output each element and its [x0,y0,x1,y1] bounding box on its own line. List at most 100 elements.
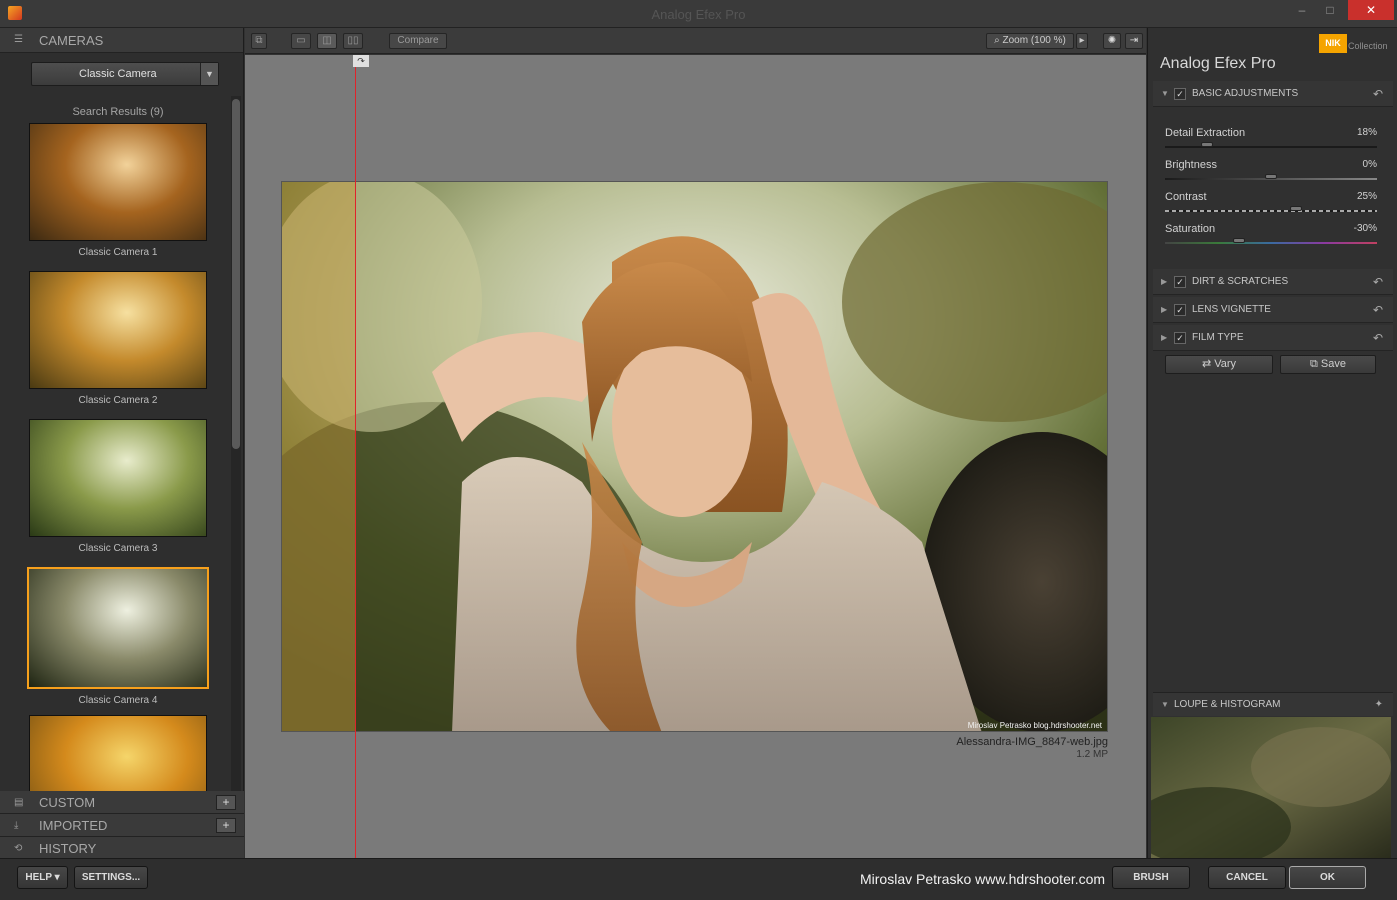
history-icon: ⟲ [14,843,23,854]
add-preset-button[interactable]: + [216,818,236,833]
group-film-type[interactable]: ▶ ✓ FILM TYPE ↶ [1153,325,1393,351]
preview-toggle-icon[interactable]: ⧉ [251,33,267,49]
preset-thumbnail[interactable] [29,419,207,537]
section-imported[interactable]: ⤓ IMPORTED + [0,814,244,837]
cancel-button[interactable]: CANCEL [1208,866,1286,889]
split-view-icon[interactable]: ◫ [317,33,337,49]
preview-photo[interactable]: Miroslav Petrasko blog.hdrshooter.net [281,181,1108,732]
preset-item[interactable]: Classic Camera 4 [27,567,209,715]
reset-icon[interactable]: ↶ [1373,325,1383,351]
single-view-icon[interactable]: ▭ [291,33,311,49]
bottom-bar: HELP ▾ SETTINGS... Miroslav Petrasko www… [0,858,1397,900]
slider-saturation[interactable]: Saturation -30% [1165,223,1377,251]
preset-sections: ▤ CUSTOM + ⤓ IMPORTED + ⟲ HISTORY [0,791,244,860]
slider-value: -30% [1353,223,1377,234]
slider-value: 18% [1356,127,1377,138]
zoom-menu-arrow[interactable]: ▸ [1076,33,1088,49]
preset-list: Search Results (9) Classic Camera 1 Class… [7,96,229,820]
zoom-label: Zoom (100 %) [1002,35,1066,46]
preset-label: Classic Camera 4 [78,695,158,706]
loupe-view [1151,717,1391,858]
section-label: HISTORY [39,841,97,856]
close-button[interactable]: ✕ [1348,0,1394,20]
add-preset-button[interactable]: + [216,795,236,810]
background-light-icon[interactable]: ✺ [1103,33,1121,49]
group-basic-adjustments[interactable]: ▼ ✓ BASIC ADJUSTMENTS ↶ [1153,81,1393,107]
nik-collection-label: Collection [1348,41,1388,51]
analog-efex-window: Analog Efex Pro – □ ✕ ☰ CAMERAS Classic … [0,0,1397,900]
preset-label: Classic Camera 2 [78,395,158,406]
camera-dropdown-value: Classic Camera [79,68,157,80]
slider-contrast[interactable]: Contrast 25% [1165,191,1377,219]
nik-logo: NIK [1319,34,1347,53]
shuffle-icon: ⇄ [1201,358,1212,370]
scrollbar-thumb[interactable] [232,99,240,449]
basic-adjustments-checkbox[interactable]: ✓ [1174,88,1186,100]
cameras-header[interactable]: ☰ CAMERAS [0,28,243,53]
slider-track[interactable] [1165,210,1377,212]
preset-scrollbar[interactable] [231,96,241,820]
restore-button[interactable]: □ [1317,0,1343,20]
lens-vignette-checkbox[interactable]: ✓ [1174,304,1186,316]
section-history[interactable]: ⟲ HISTORY [0,837,244,860]
split-handle-icon[interactable]: ↷ [353,55,369,67]
minimize-button[interactable]: – [1289,0,1315,20]
loupe-image [1151,717,1391,858]
help-button[interactable]: HELP ▾ [17,866,68,889]
slider-detail-extraction[interactable]: Detail Extraction 18% [1165,127,1377,155]
slider-knob[interactable] [1201,142,1214,147]
preset-thumbnail[interactable] [27,567,209,689]
pin-icon[interactable]: ✦ [1375,693,1383,717]
film-type-checkbox[interactable]: ✓ [1174,332,1186,344]
expand-triangle-icon[interactable]: ▼ [1161,81,1169,107]
slider-knob[interactable] [1233,238,1246,243]
ok-button[interactable]: OK [1289,866,1366,889]
image-canvas[interactable]: Miroslav Petrasko blog.hdrshooter.net ↷ … [245,55,1146,858]
preset-item[interactable]: Classic Camera 1 [27,123,209,271]
preset-label: Classic Camera 3 [78,543,158,554]
slider-brightness[interactable]: Brightness 0% [1165,159,1377,187]
canvas-toolbar: ⧉ ▭ ◫ ▯▯ Compare ⌕ Zoom (100 %) ▸ ✺ ⇥ [245,28,1146,54]
slider-track[interactable] [1165,242,1377,244]
photographer-credit: Miroslav Petrasko www.hdrshooter.com [860,871,1106,887]
zoom-button[interactable]: ⌕ Zoom (100 %) [986,33,1074,49]
reset-icon[interactable]: ↶ [1373,81,1383,107]
group-label: BASIC ADJUSTMENTS [1192,88,1299,99]
adjustments-panel: NIK Collection Analog Efex Pro ▼ ✓ BASIC… [1147,28,1397,858]
expand-triangle-icon[interactable]: ▶ [1161,269,1167,295]
brush-button[interactable]: BRUSH [1112,866,1190,889]
preset-item[interactable]: Classic Camera 3 [27,419,209,567]
camera-dropdown[interactable]: Classic Camera ▼ [31,62,219,86]
slider-knob[interactable] [1265,174,1277,179]
preset-item[interactable]: Classic Camera 2 [27,271,209,419]
slider-label: Contrast [1165,191,1207,203]
loupe-histogram-header[interactable]: ▼ LOUPE & HISTOGRAM ✦ [1153,692,1393,716]
settings-button[interactable]: SETTINGS... [74,866,148,889]
title-bar: Analog Efex Pro – □ ✕ [0,0,1397,28]
vary-button[interactable]: ⇄ Vary [1165,355,1273,374]
section-custom[interactable]: ▤ CUSTOM + [0,791,244,814]
compare-button[interactable]: Compare [389,33,447,49]
group-label: FILM TYPE [1192,332,1244,343]
side-by-side-view-icon[interactable]: ▯▯ [343,33,363,49]
expand-triangle-icon[interactable]: ▼ [1161,693,1169,717]
reset-icon[interactable]: ↶ [1373,269,1383,295]
preset-thumbnail[interactable] [29,123,207,241]
slider-knob[interactable] [1290,206,1303,211]
preset-thumbnail[interactable] [29,271,207,389]
save-preset-button[interactable]: ⧉ Save [1280,355,1376,374]
slider-label: Saturation [1165,223,1216,235]
panel-title: Analog Efex Pro [1160,55,1276,72]
expand-triangle-icon[interactable]: ▶ [1161,325,1167,351]
expand-triangle-icon[interactable]: ▶ [1161,297,1167,323]
group-dirt-scratches[interactable]: ▶ ✓ DIRT & SCRATCHES ↶ [1153,269,1393,295]
group-lens-vignette[interactable]: ▶ ✓ LENS VIGNETTE ↶ [1153,297,1393,323]
group-label: DIRT & SCRATCHES [1192,276,1289,287]
split-line[interactable] [355,55,356,858]
save-preset-icon: ⧉ [1310,358,1318,370]
dirt-scratches-checkbox[interactable]: ✓ [1174,276,1186,288]
section-label: IMPORTED [39,818,108,833]
panel-toggle-icon[interactable]: ⇥ [1125,33,1143,49]
slider-track[interactable] [1165,146,1377,148]
reset-icon[interactable]: ↶ [1373,297,1383,323]
